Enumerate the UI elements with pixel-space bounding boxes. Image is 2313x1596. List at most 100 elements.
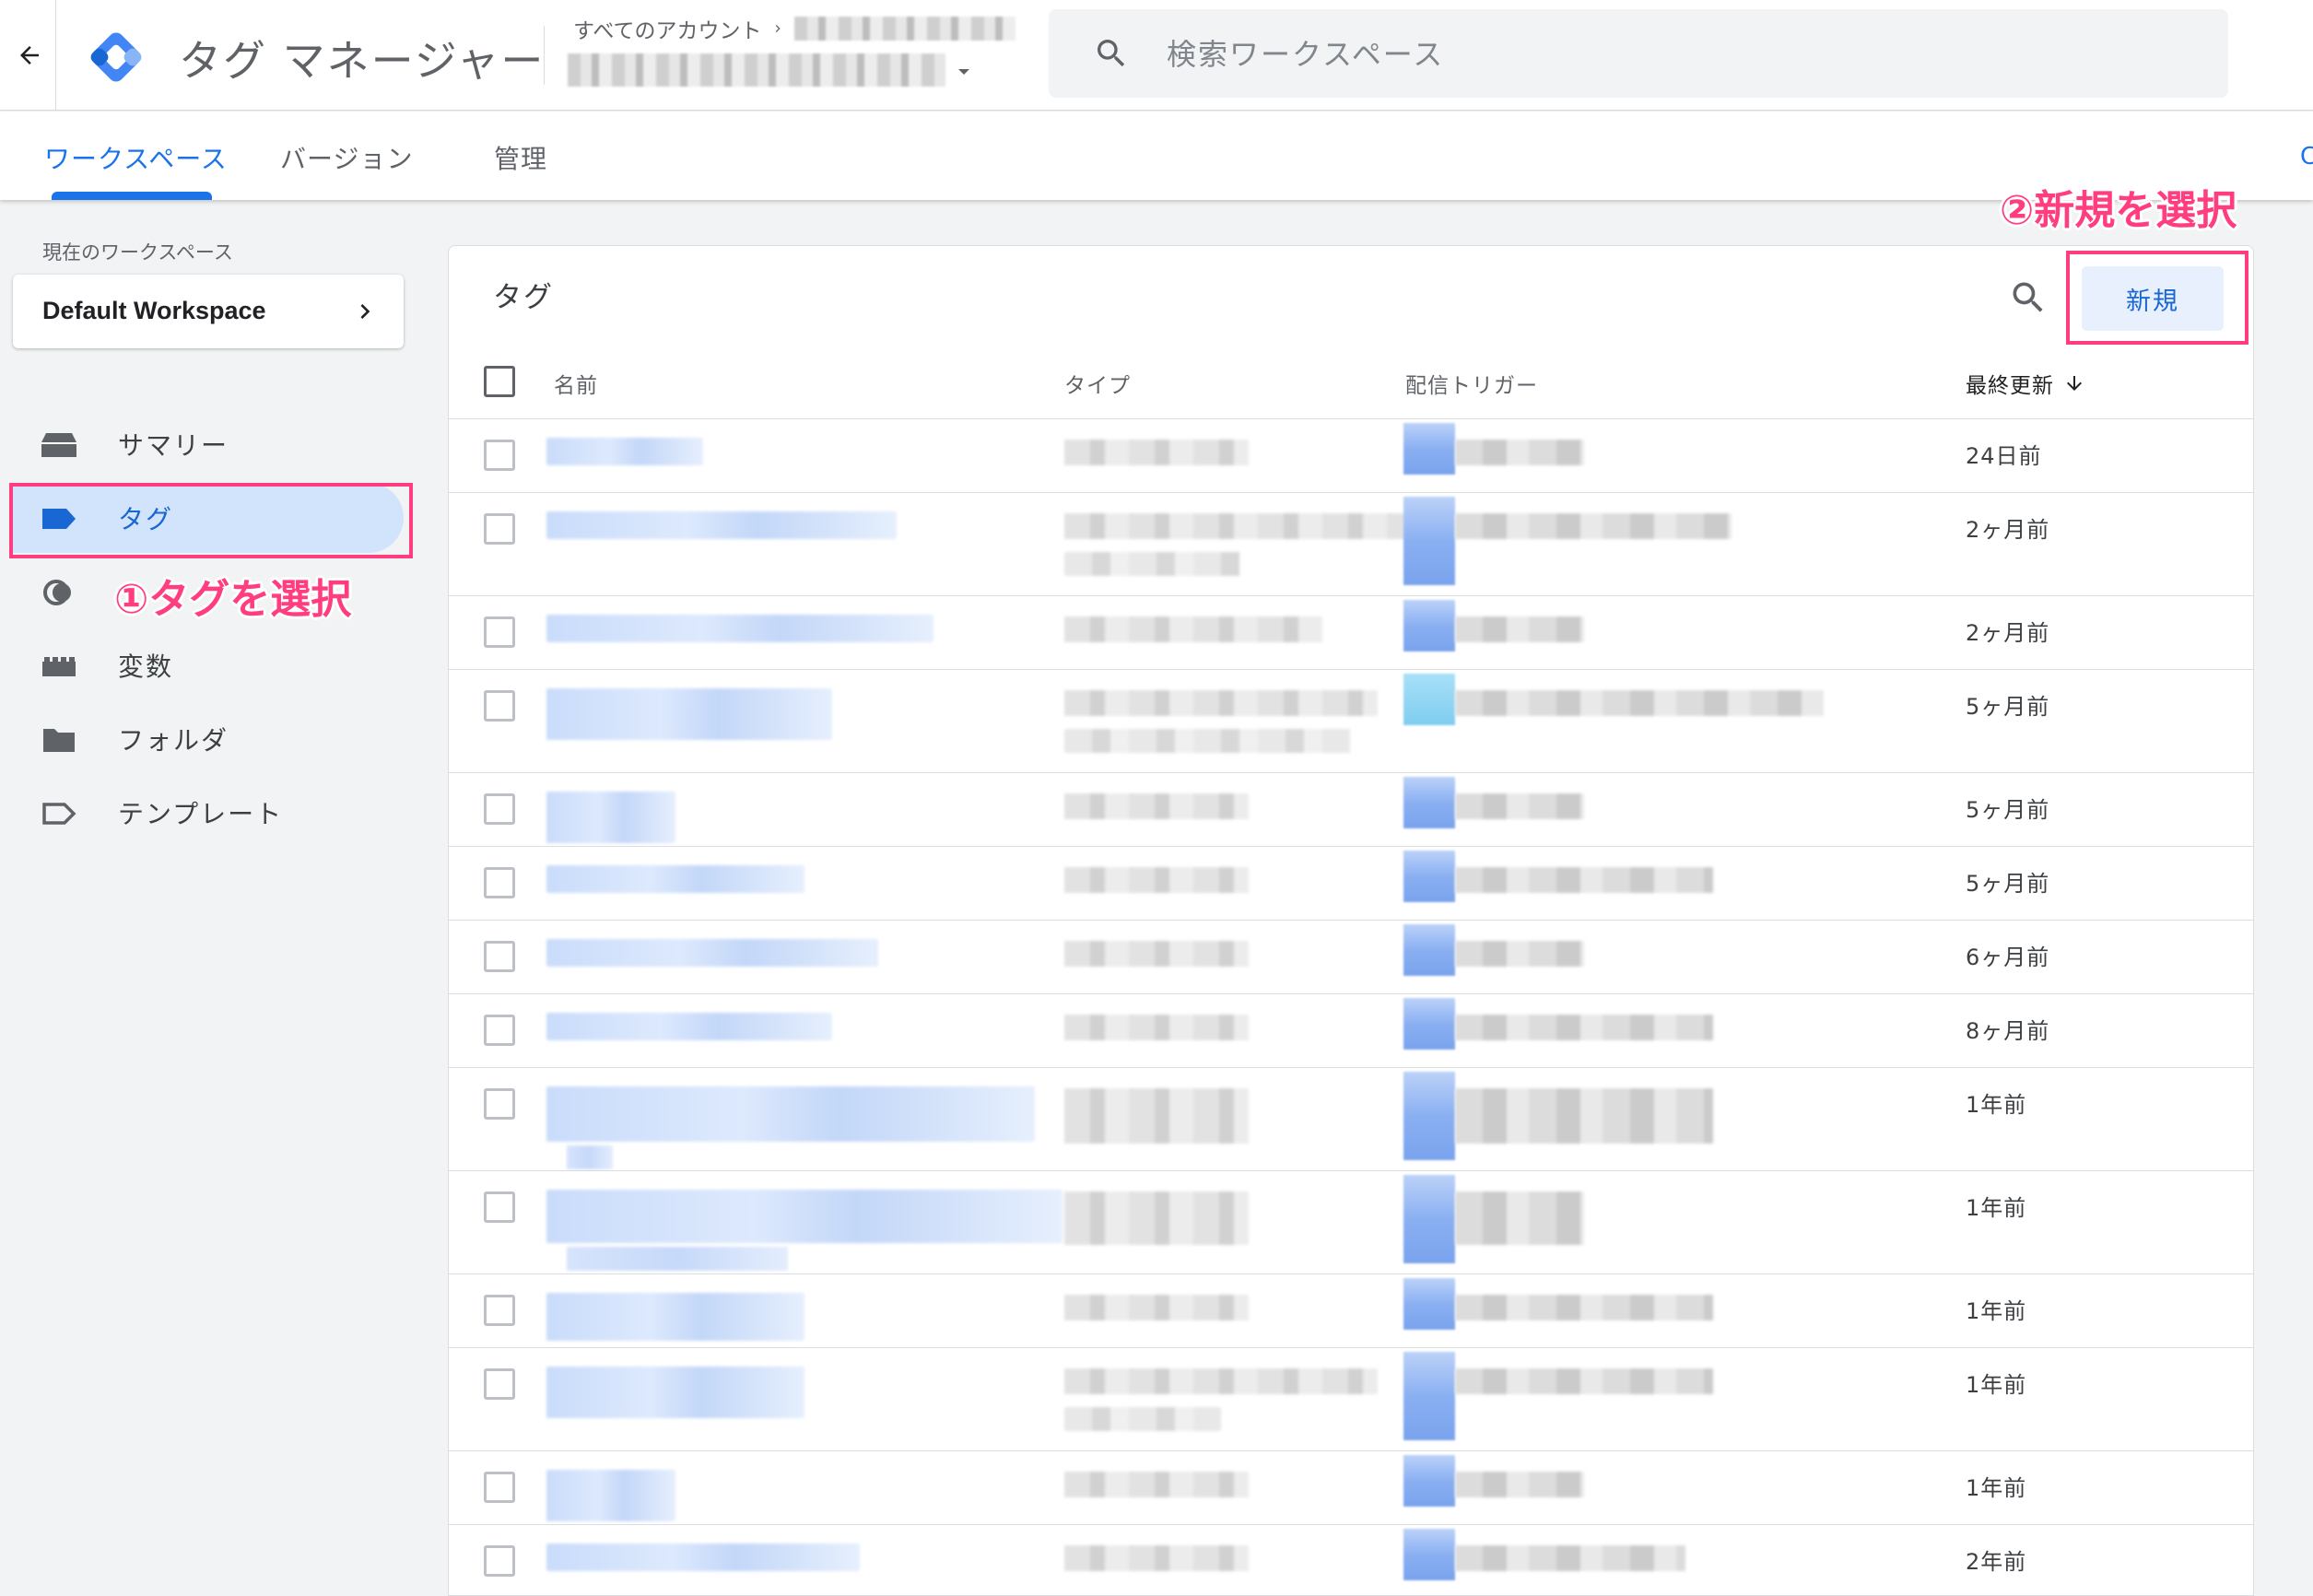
trigger-name-redacted bbox=[1455, 941, 1584, 967]
tag-name-redacted[interactable] bbox=[546, 1293, 804, 1341]
back-button[interactable] bbox=[9, 33, 50, 77]
sidebar-item-label: フォルダ bbox=[118, 725, 229, 756]
row-checkbox[interactable] bbox=[484, 513, 515, 545]
chevron-right-icon bbox=[776, 25, 781, 32]
variables-icon bbox=[42, 657, 76, 676]
trigger-color-swatch bbox=[1403, 924, 1455, 976]
table-row[interactable]: 1年前 bbox=[449, 1171, 2253, 1274]
column-header-type[interactable]: タイプ bbox=[1064, 368, 1131, 399]
tag-name-redacted[interactable] bbox=[546, 688, 832, 740]
search-input[interactable]: 検索ワークスペース bbox=[1167, 31, 1444, 74]
sidebar-item-templates[interactable]: テンプレート bbox=[13, 778, 404, 848]
tag-name-redacted[interactable] bbox=[546, 865, 804, 893]
row-checkbox[interactable] bbox=[484, 690, 515, 722]
tag-name-redacted[interactable] bbox=[546, 1543, 860, 1571]
tag-name-redacted[interactable] bbox=[546, 1086, 1035, 1142]
tag-manager-logo[interactable] bbox=[85, 26, 147, 88]
container-selector-redacted[interactable] bbox=[568, 53, 945, 87]
tag-name-redacted[interactable] bbox=[546, 792, 675, 843]
tag-name-redacted[interactable] bbox=[546, 1470, 675, 1521]
tab-admin[interactable]: 管理 bbox=[494, 139, 547, 176]
table-row[interactable]: 1年前 bbox=[449, 1274, 2253, 1348]
row-checkbox[interactable] bbox=[484, 1368, 515, 1400]
row-checkbox[interactable] bbox=[484, 440, 515, 471]
table-row[interactable]: 2年前 bbox=[449, 1525, 2253, 1595]
row-checkbox[interactable] bbox=[484, 1015, 515, 1046]
breadcrumb[interactable]: すべてのアカウント bbox=[573, 13, 1016, 44]
caret-down-icon[interactable] bbox=[953, 61, 975, 83]
table-row[interactable]: 8ヶ月前 bbox=[449, 994, 2253, 1068]
table-header: 名前 タイプ 配信トリガー 最終更新 bbox=[449, 346, 2253, 419]
table-row[interactable]: 1年前 bbox=[449, 1068, 2253, 1171]
table-row[interactable]: 5ヶ月前 bbox=[449, 670, 2253, 773]
tag-name-redacted[interactable] bbox=[546, 615, 933, 642]
column-header-name[interactable]: 名前 bbox=[554, 368, 598, 399]
column-header-trigger[interactable]: 配信トリガー bbox=[1405, 368, 1538, 399]
tag-name-redacted[interactable] bbox=[546, 511, 897, 539]
workspace-search[interactable]: 検索ワークスペース bbox=[1049, 9, 2228, 98]
table-row[interactable]: 2ヶ月前 bbox=[449, 596, 2253, 670]
tag-name-redacted[interactable] bbox=[546, 438, 703, 465]
row-checkbox[interactable] bbox=[484, 1088, 515, 1120]
table-row[interactable]: 5ヶ月前 bbox=[449, 773, 2253, 847]
tag-name-redacted[interactable] bbox=[546, 1013, 832, 1040]
last-updated: 8ヶ月前 bbox=[1966, 1018, 2050, 1044]
sort-arrow-down-icon bbox=[2067, 376, 2082, 391]
trigger-color-swatch bbox=[1403, 1278, 1455, 1330]
breadcrumb-root[interactable]: すべてのアカウント bbox=[573, 13, 761, 44]
row-checkbox[interactable] bbox=[484, 793, 515, 825]
row-checkbox[interactable] bbox=[484, 867, 515, 898]
column-header-updated[interactable]: 最終更新 bbox=[1966, 368, 2085, 399]
current-workspace-label: 現在のワークスペース bbox=[42, 241, 233, 264]
table-row[interactable]: 5ヶ月前 bbox=[449, 847, 2253, 921]
sidebar-item-summary[interactable]: サマリー bbox=[13, 409, 404, 479]
tab-versions[interactable]: バージョン bbox=[280, 139, 413, 176]
tag-type-redacted bbox=[1064, 552, 1239, 576]
last-updated: 1年前 bbox=[1966, 1372, 2027, 1398]
sidebar-item-label: テンプレート bbox=[118, 799, 284, 829]
last-updated: 5ヶ月前 bbox=[1966, 871, 2050, 897]
trigger-icon bbox=[43, 580, 71, 605]
row-checkbox[interactable] bbox=[484, 1545, 515, 1577]
tag-type-redacted bbox=[1064, 1191, 1249, 1245]
trigger-name-redacted bbox=[1455, 1191, 1584, 1245]
sidebar-item-variables[interactable]: 変数 bbox=[13, 630, 404, 700]
search-icon[interactable] bbox=[2008, 277, 2049, 318]
tag-type-redacted bbox=[1064, 793, 1249, 819]
table-row[interactable]: 6ヶ月前 bbox=[449, 921, 2253, 994]
tag-name-redacted[interactable] bbox=[546, 939, 878, 967]
trigger-color-swatch bbox=[1403, 423, 1455, 475]
table-row[interactable]: 2ヶ月前 bbox=[449, 493, 2253, 596]
row-checkbox[interactable] bbox=[484, 1472, 515, 1503]
workspace-selector[interactable]: Default Workspace bbox=[13, 275, 404, 348]
tab-workspace[interactable]: ワークスペース bbox=[44, 139, 228, 176]
trigger-color-swatch bbox=[1403, 1455, 1455, 1507]
table-row[interactable]: 1年前 bbox=[449, 1451, 2253, 1525]
row-checkbox[interactable] bbox=[484, 1295, 515, 1326]
table-row[interactable]: 24日前 bbox=[449, 419, 2253, 493]
active-tab-indicator bbox=[52, 192, 212, 200]
header-divider bbox=[55, 0, 56, 111]
search-icon bbox=[1098, 40, 1125, 67]
trigger-name-redacted bbox=[1455, 1472, 1584, 1497]
row-checkbox[interactable] bbox=[484, 941, 515, 972]
row-checkbox[interactable] bbox=[484, 616, 515, 648]
trigger-color-swatch bbox=[1403, 1072, 1455, 1160]
chevron-right-icon bbox=[360, 304, 370, 319]
trigger-name-redacted bbox=[1455, 1545, 1685, 1571]
step1-highlight-box bbox=[9, 483, 413, 558]
sidebar-item-folders[interactable]: フォルダ bbox=[13, 704, 404, 774]
tags-card: タグ 新規 名前 タイプ 配信トリガー 最終更新 24日前 2ヶ月前 2ヶ月前 … bbox=[448, 245, 2254, 1596]
tag-name-redacted[interactable] bbox=[546, 1190, 1063, 1243]
arrow-back-icon bbox=[20, 46, 39, 65]
row-checkbox[interactable] bbox=[484, 1191, 515, 1223]
trigger-color-swatch bbox=[1403, 600, 1455, 651]
sidebar-item-label: 変数 bbox=[118, 651, 174, 682]
trigger-name-redacted bbox=[1455, 616, 1584, 642]
workspace-name: Default Workspace bbox=[42, 297, 266, 324]
table-row[interactable]: 1年前 bbox=[449, 1348, 2253, 1451]
tag-name-redacted[interactable] bbox=[546, 1367, 804, 1418]
tag-name-redacted bbox=[567, 1247, 788, 1271]
tag-type-redacted bbox=[1064, 1368, 1378, 1394]
select-all-checkbox[interactable] bbox=[484, 366, 515, 397]
